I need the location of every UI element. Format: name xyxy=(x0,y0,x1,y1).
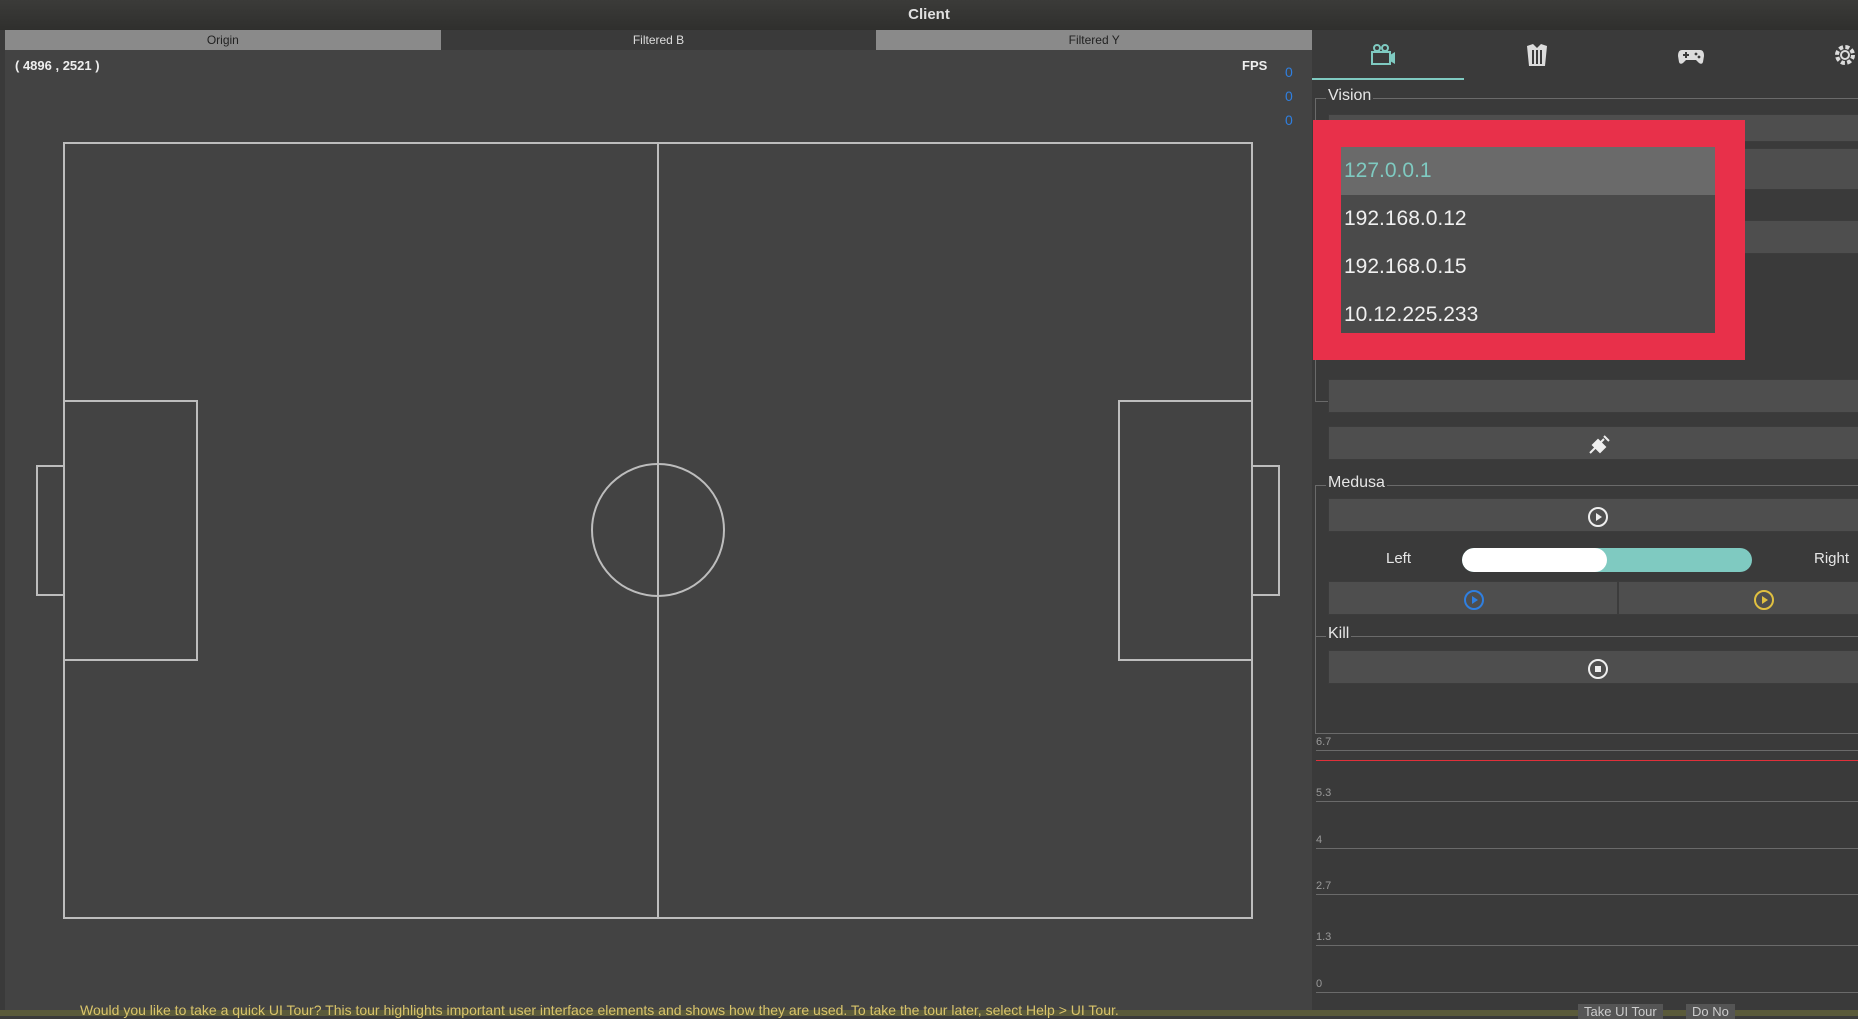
kill-stop-button[interactable] xyxy=(1328,650,1858,684)
chart-tick-label: 0 xyxy=(1316,978,1323,990)
field-view-panel: Origin Filtered B Filtered Y ( 4896 , 25… xyxy=(5,30,1313,1010)
chart-gridline xyxy=(1316,800,1858,802)
chart-tick-label: 5.3 xyxy=(1316,786,1332,799)
chart-tick-label: 4 xyxy=(1316,833,1323,846)
side-selector: Left Right xyxy=(1328,544,1858,574)
camera-icon[interactable] xyxy=(1368,40,1408,76)
left-goal xyxy=(36,465,65,596)
blue-team-play-button[interactable] xyxy=(1328,581,1618,615)
right-penalty-area xyxy=(1118,400,1253,661)
chart-gridline xyxy=(1316,945,1858,947)
vision-input-field[interactable] xyxy=(1328,379,1858,413)
side-slider[interactable] xyxy=(1462,548,1752,572)
yellow-play-icon xyxy=(1754,590,1774,610)
metrics-chart: 6.7 5.3 4 2.7 1.3 0 xyxy=(1316,730,1858,1000)
left-label: Left xyxy=(1386,550,1412,567)
stop-icon xyxy=(1588,659,1608,679)
window-title: Client xyxy=(0,0,1858,30)
soccer-field[interactable] xyxy=(5,30,1312,1010)
chart-gridline xyxy=(1316,847,1858,849)
play-icon xyxy=(1588,507,1608,527)
settings-icon[interactable] xyxy=(1830,40,1858,76)
active-tab-indicator xyxy=(1312,78,1464,80)
chart-threshold-line xyxy=(1316,760,1858,761)
ip-dropdown-list: 127.0.0.1 192.168.0.12 192.168.0.15 10.1… xyxy=(1341,147,1715,333)
chart-tick-label: 2.7 xyxy=(1316,880,1332,893)
jersey-icon[interactable] xyxy=(1522,40,1562,76)
medusa-play-button[interactable] xyxy=(1328,498,1858,532)
do-not-button[interactable]: Do No xyxy=(1686,1004,1735,1019)
yellow-team-play-button[interactable] xyxy=(1618,581,1858,615)
gamepad-icon[interactable] xyxy=(1676,40,1716,76)
ip-option[interactable]: 10.12.225.233 xyxy=(1341,291,1715,339)
blue-play-icon xyxy=(1464,590,1484,610)
plug-icon xyxy=(1589,435,1610,454)
vision-title: Vision xyxy=(1326,87,1374,105)
ip-option-selected[interactable]: 127.0.0.1 xyxy=(1341,147,1715,195)
chart-gridline xyxy=(1316,894,1858,896)
right-label: Right xyxy=(1814,550,1850,567)
take-tour-button[interactable]: Take UI Tour xyxy=(1578,1004,1663,1019)
chart-tick-label: 1.3 xyxy=(1316,931,1332,944)
connect-button[interactable] xyxy=(1328,426,1858,460)
side-tabs xyxy=(1312,30,1858,82)
side-slider-fill xyxy=(1462,548,1607,572)
ip-option[interactable]: 192.168.0.15 xyxy=(1341,243,1715,291)
medusa-title: Medusa xyxy=(1326,474,1387,492)
ip-dropdown-highlight: 127.0.0.1 192.168.0.12 192.168.0.15 10.1… xyxy=(1313,120,1745,360)
ip-option[interactable]: 192.168.0.12 xyxy=(1341,195,1715,243)
chart-gridline xyxy=(1316,992,1858,993)
right-goal xyxy=(1251,465,1280,596)
kill-title: Kill xyxy=(1326,625,1352,643)
chart-tick-label: 6.7 xyxy=(1316,736,1332,748)
chart-gridline xyxy=(1316,750,1858,751)
left-penalty-area xyxy=(63,400,198,661)
